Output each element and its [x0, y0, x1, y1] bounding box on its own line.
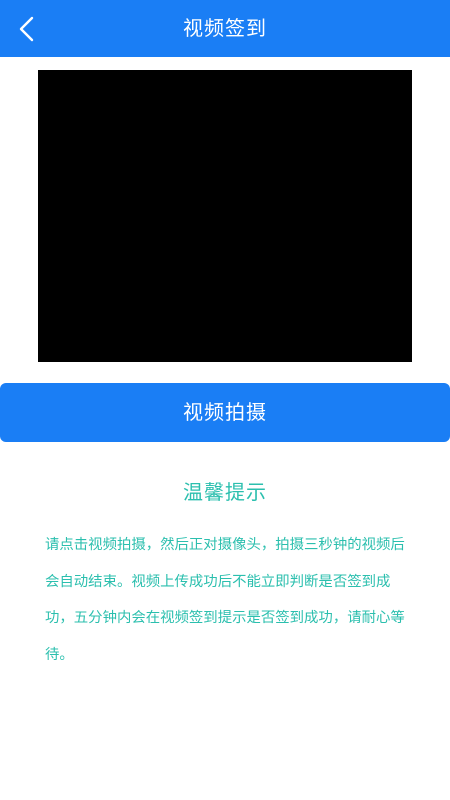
camera-preview [38, 70, 412, 362]
tips-body: 请点击视频拍摄，然后正对摄像头，拍摄三秒钟的视频后会自动结束。视频上传成功后不能… [45, 537, 405, 663]
page-title: 视频签到 [183, 16, 267, 40]
record-video-button[interactable]: 视频拍摄 [0, 383, 450, 442]
app-header: 视频签到 [0, 0, 450, 57]
tips-title: 温馨提示 [183, 480, 267, 504]
